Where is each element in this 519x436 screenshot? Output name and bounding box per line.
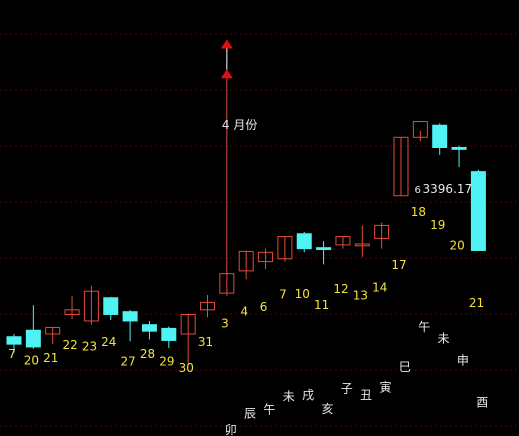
candle <box>45 326 61 345</box>
count-label: 23 <box>82 340 97 354</box>
candle-body <box>103 297 119 315</box>
branch-label: 子 <box>341 381 353 395</box>
count-label: 11 <box>314 298 329 312</box>
count-label: 30 <box>179 361 194 375</box>
price-label: 3396.17 <box>423 182 473 196</box>
candle-body <box>451 146 467 150</box>
candle-body <box>296 233 312 250</box>
candle <box>258 248 274 270</box>
count-label: 21 <box>43 351 58 365</box>
count-label: 31 <box>198 335 213 349</box>
candle <box>432 123 448 155</box>
count-label: 20 <box>24 354 39 368</box>
branch-label: 寅 <box>380 379 392 394</box>
candle <box>470 169 486 251</box>
count-label: 27 <box>121 354 136 368</box>
month-label: 4 月份 <box>222 118 257 132</box>
branch-label: 申 <box>457 354 469 368</box>
candle <box>64 295 80 320</box>
count-label: 19 <box>430 218 445 232</box>
count-label: 28 <box>140 347 155 361</box>
branch-label: 丑 <box>360 388 372 402</box>
count-label: 4 <box>240 304 248 318</box>
branch-label: 午 <box>263 403 275 417</box>
candle-body <box>141 324 157 332</box>
candle-body <box>316 247 332 251</box>
branch-label: 午 <box>418 320 430 334</box>
branch-label: 卯 <box>225 423 237 436</box>
candle-body <box>470 171 486 251</box>
count-label: 14 <box>372 280 387 294</box>
count-label: 29 <box>159 354 174 368</box>
count-label: 17 <box>391 258 406 272</box>
candle <box>374 222 390 249</box>
candlestick-chart: 7 20 2122 23 24272829 303134 67 101112 131417181… <box>0 0 519 436</box>
candle-body <box>161 327 177 341</box>
candle-body <box>6 336 22 345</box>
count-label: 12 <box>333 282 348 296</box>
candle-body <box>25 329 41 348</box>
branch-labels-layer: 卯辰 午未 戌亥子 丑寅巳午未申酉 <box>225 320 489 436</box>
branch-label: 巳 <box>399 360 411 374</box>
candle-body <box>432 124 448 148</box>
count-label: 20 <box>449 239 464 253</box>
candle <box>83 285 99 325</box>
branch-label: 戌 <box>302 388 314 402</box>
candle <box>354 225 370 257</box>
count-label: 18 <box>411 205 426 219</box>
branch-label: 未 <box>438 331 450 345</box>
candle <box>180 313 196 365</box>
candle <box>161 326 177 348</box>
price-marker-label: 6 <box>415 185 421 196</box>
branch-label: 未 <box>283 390 295 404</box>
candle <box>141 320 157 340</box>
candle <box>25 305 41 349</box>
candle <box>335 236 351 249</box>
candle <box>103 296 119 321</box>
candle <box>238 250 254 280</box>
count-label: 24 <box>101 335 116 349</box>
candle <box>451 145 467 167</box>
count-label: 13 <box>353 289 368 303</box>
count-label: 7 <box>279 288 287 302</box>
branch-label: 酉 <box>476 395 488 409</box>
count-label: 6 <box>260 300 268 314</box>
candle <box>412 121 428 142</box>
count-label: 3 <box>221 316 229 330</box>
candle <box>316 241 332 265</box>
candle <box>296 231 312 253</box>
candle <box>200 294 215 318</box>
up-marker <box>220 69 233 79</box>
candle-body <box>122 311 138 322</box>
count-label: 22 <box>62 338 77 352</box>
branch-label: 亥 <box>321 402 333 416</box>
count-label: 10 <box>295 287 310 301</box>
up-marker <box>220 39 233 49</box>
count-labels-layer: 7 20 2122 23 24272829 303134 67 101112 131417181… <box>8 205 484 375</box>
count-label: 7 <box>8 347 16 361</box>
count-label: 21 <box>469 296 484 310</box>
branch-label: 辰 <box>244 406 256 420</box>
candle <box>122 309 138 342</box>
candle <box>219 74 235 296</box>
